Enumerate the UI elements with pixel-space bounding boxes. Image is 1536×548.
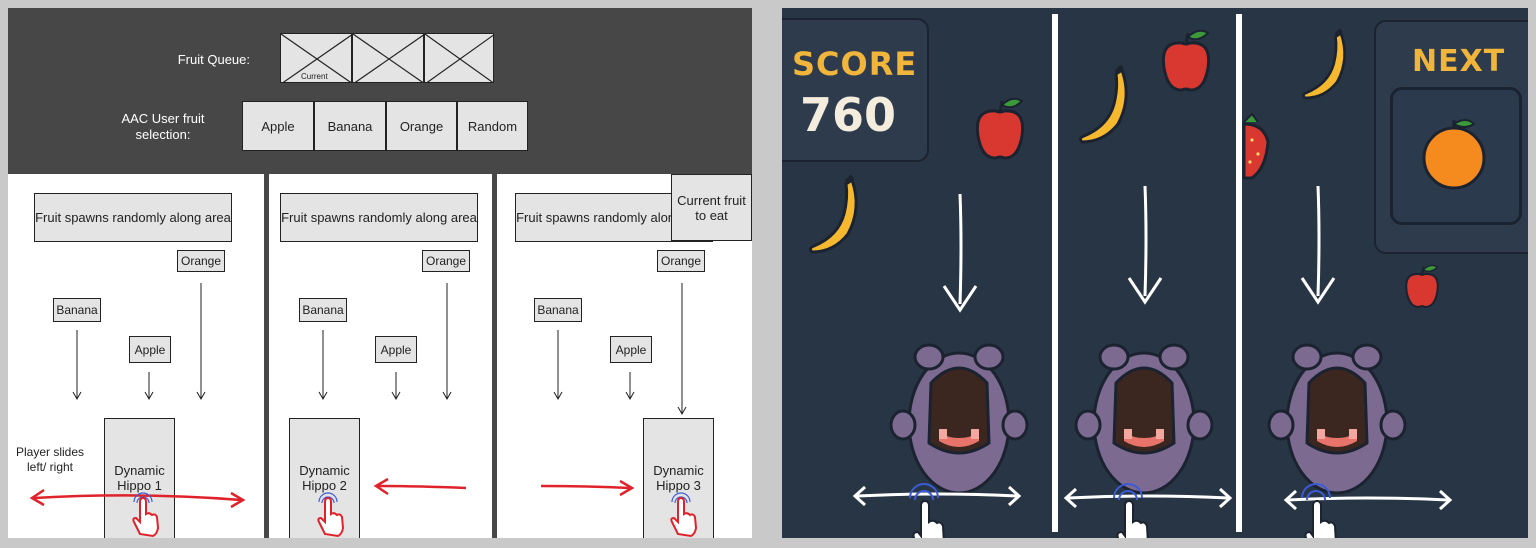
apple-fruit	[1405, 264, 1439, 308]
hippo-character[interactable]	[889, 343, 1029, 495]
tap-hand-icon	[132, 492, 160, 538]
down-arrow	[1127, 184, 1163, 304]
banana-fruit	[1078, 64, 1129, 144]
slide-arrows-layer	[29, 477, 635, 509]
apple-fruit	[1161, 29, 1211, 92]
wireframe-panel: Fruit Queue: Current AAC User fruit sele…	[8, 8, 752, 538]
game-preview-panel: SCORE 760 NEXT NEXT	[782, 8, 1528, 538]
hippo-character[interactable]	[1267, 343, 1407, 495]
apple-fruit	[975, 97, 1025, 160]
game-scene	[808, 27, 1452, 538]
down-arrow	[1300, 184, 1336, 304]
banana-fruit	[1301, 27, 1347, 100]
tap-hand-icon	[670, 492, 698, 538]
banana-fruit	[808, 174, 859, 254]
tap-hand-icon	[909, 483, 945, 538]
hippo-character[interactable]	[1074, 343, 1214, 495]
strawberry-fruit	[1242, 112, 1270, 180]
down-arrow	[942, 192, 978, 312]
tap-hand-icon	[317, 492, 345, 538]
